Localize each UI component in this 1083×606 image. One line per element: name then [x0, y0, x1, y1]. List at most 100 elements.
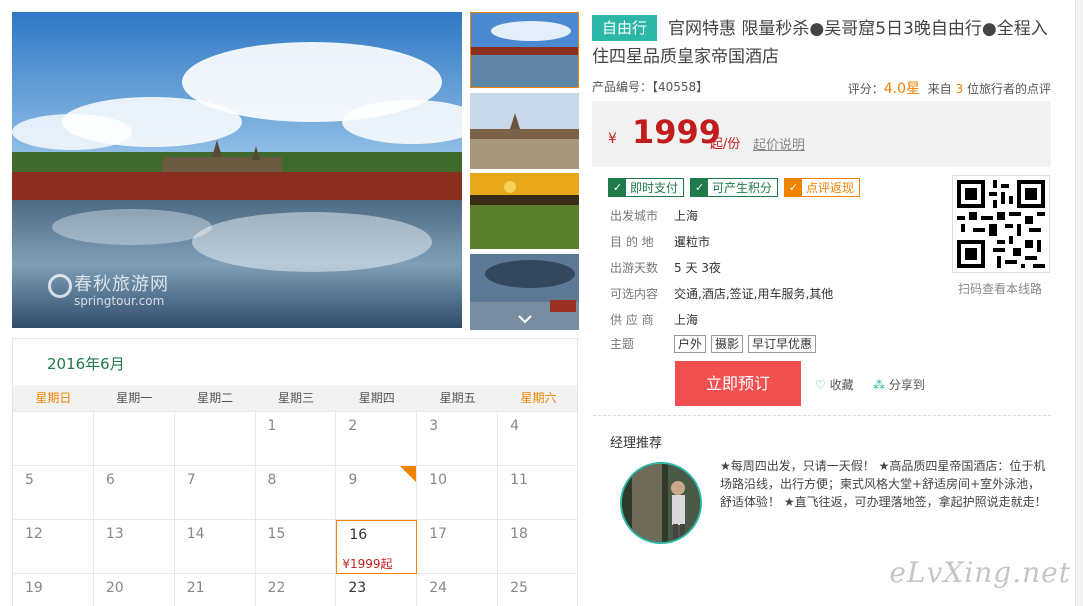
- thumbnail-4[interactable]: [470, 254, 579, 330]
- book-now-button[interactable]: 立即预订: [675, 361, 801, 406]
- calendar-day-number: 15: [267, 526, 286, 542]
- weekday-label: 星期日: [35, 391, 72, 405]
- calendar-day: 23: [336, 574, 418, 606]
- calendar-day-number: 5: [25, 472, 34, 488]
- calendar-day: 22: [256, 574, 337, 606]
- calendar-day: 7: [175, 466, 256, 520]
- calendar-day-number: 1: [267, 418, 277, 434]
- calendar-day: [94, 412, 175, 466]
- thumbnail-1[interactable]: [470, 12, 579, 88]
- rating-unit: 星: [906, 81, 921, 97]
- thumbnail-2[interactable]: [470, 93, 579, 169]
- rating-summary: 评分：4.0星 来自 3 位旅行者的点评: [848, 78, 1051, 98]
- calendar-day-number: 20: [105, 580, 124, 596]
- calendar-day-number: 21: [186, 580, 205, 596]
- attr-duration: 出游天数 5 天 3夜: [610, 261, 721, 275]
- calendar-day-number: 18: [510, 526, 528, 542]
- main-photo: 春秋旅游网 springtour.com: [12, 12, 462, 328]
- calendar-day: [175, 412, 256, 466]
- special-offer-flag-icon: [400, 466, 417, 482]
- calendar-day-price: ¥1999起: [342, 557, 393, 571]
- share-icon: ⁂: [873, 378, 885, 392]
- check-icon: ✓: [609, 179, 626, 196]
- review-suffix: 位旅行者的点评: [966, 82, 1051, 96]
- calendar-day-number: 14: [186, 526, 205, 542]
- calendar-day: 25: [498, 574, 577, 606]
- share-button[interactable]: ⁂ 分享到: [873, 376, 925, 393]
- calendar-day-number: 23: [348, 580, 367, 596]
- manager-recommend-title: 经理推荐: [610, 436, 663, 451]
- theme-tag[interactable]: 户外: [674, 335, 707, 353]
- weekday-label: 星期三: [277, 391, 314, 405]
- calendar-week-row: 1 2 3 4: [13, 411, 577, 466]
- price-unit: 起/份: [710, 137, 741, 152]
- calendar-day-number: 2: [348, 418, 358, 434]
- avatar: [620, 462, 702, 544]
- weekday-label: 星期六: [520, 391, 557, 405]
- calendar-day-number: 6: [105, 472, 115, 488]
- calendar-day: 13: [94, 520, 175, 574]
- calendar-day: 6: [94, 466, 175, 520]
- calendar-day: 2: [336, 412, 418, 466]
- calendar-day: 20: [94, 574, 175, 606]
- rating-score: 4.0: [883, 81, 907, 97]
- product-title: 官网特惠 限量秒杀●吴哥窟5日3晚自由行●全程入住四星品质皇家帝国酒店: [592, 19, 1048, 67]
- calendar-day: 3: [417, 412, 499, 466]
- calendar-day-number: 19: [25, 580, 43, 596]
- calendar-month: 2016年6月: [47, 355, 125, 373]
- calendar-day: 18: [498, 520, 577, 574]
- calendar-day: 19: [13, 574, 94, 606]
- photo-watermark: 春秋旅游网 springtour.com: [48, 270, 169, 308]
- attr-themes: 主题 户外 摄影 早订早优惠: [610, 335, 821, 353]
- chevron-down-icon[interactable]: [518, 314, 532, 324]
- calendar-day-number: 17: [429, 526, 448, 542]
- thumbnail-3[interactable]: [470, 173, 579, 249]
- weekday-label: 星期一: [116, 391, 153, 405]
- calendar-day-number: 8: [267, 472, 277, 488]
- price-explain-link[interactable]: 起价说明: [753, 134, 805, 153]
- calendar-day: 21: [175, 574, 256, 606]
- weekday-label: 星期五: [439, 391, 476, 405]
- travel-type-tag: 自由行: [592, 15, 658, 41]
- calendar-day-number: 22: [267, 580, 286, 596]
- calendar-day: 11: [498, 466, 577, 520]
- rating-label: 评分：: [847, 82, 884, 96]
- departure-calendar: 2016年6月 星期日 星期一 星期二 星期三 星期四 星期五 星期六 1234…: [12, 338, 578, 606]
- attr-destination: 目 的 地暹粒市: [610, 235, 711, 249]
- review-count[interactable]: 3: [956, 82, 964, 96]
- site-watermark: eLvXing.net: [889, 556, 1071, 589]
- scrollbar[interactable]: [1075, 0, 1083, 606]
- attr-supplier: 供 应 商上海: [610, 313, 699, 327]
- calendar-week-row: 19 20 21 22 23 24 25: [13, 573, 577, 606]
- calendar-day: 10: [417, 466, 499, 520]
- favorite-button[interactable]: ♡ 收藏: [815, 376, 854, 393]
- calendar-day-number: 13: [105, 526, 124, 542]
- heart-icon: ♡: [815, 378, 826, 392]
- section-divider: [593, 415, 1051, 416]
- qr-caption: 扫码查看本线路: [958, 282, 1043, 296]
- theme-tag[interactable]: 摄影: [711, 335, 744, 353]
- calendar-day-number: 4: [510, 418, 519, 434]
- calendar-day-number: 10: [429, 472, 448, 488]
- price-box: ¥ 1999 起/份 起价说明: [592, 101, 1051, 167]
- calendar-day: 4: [498, 412, 577, 466]
- badge-instant-pay: ✓ 即时支付: [608, 178, 685, 197]
- calendar-day: 5: [13, 466, 94, 520]
- check-icon: ✓: [785, 179, 803, 196]
- calendar-day: [13, 412, 94, 466]
- calendar-day: 24: [417, 574, 499, 606]
- attr-options: 可选内容 交通,酒店,签证,用车服务,其他: [610, 287, 834, 301]
- calendar-grid: 1 2 3 4 5 6 7 8 9 10 11 12 13 14 15 16 ¥1999起 17 18 19 20 21 2…: [13, 411, 577, 606]
- calendar-day-number: 12: [25, 526, 43, 542]
- calendar-day[interactable]: 16 ¥1999起: [336, 520, 418, 574]
- theme-tag[interactable]: 早订早优惠: [748, 335, 817, 353]
- calendar-day: 15: [256, 520, 337, 574]
- calendar-day-number: 11: [510, 472, 528, 488]
- calendar-day: 12: [13, 520, 94, 574]
- calendar-day-number: 7: [186, 472, 196, 488]
- calendar-day: 1: [256, 412, 337, 466]
- service-badges: ✓ 即时支付 ✓ 可产生积分 ✓ 点评返现: [608, 178, 861, 197]
- calendar-weekday-header: 星期日 星期一 星期二 星期三 星期四 星期五 星期六: [13, 385, 577, 411]
- calendar-day: 14: [175, 520, 256, 574]
- springtour-logo-icon: [48, 274, 72, 298]
